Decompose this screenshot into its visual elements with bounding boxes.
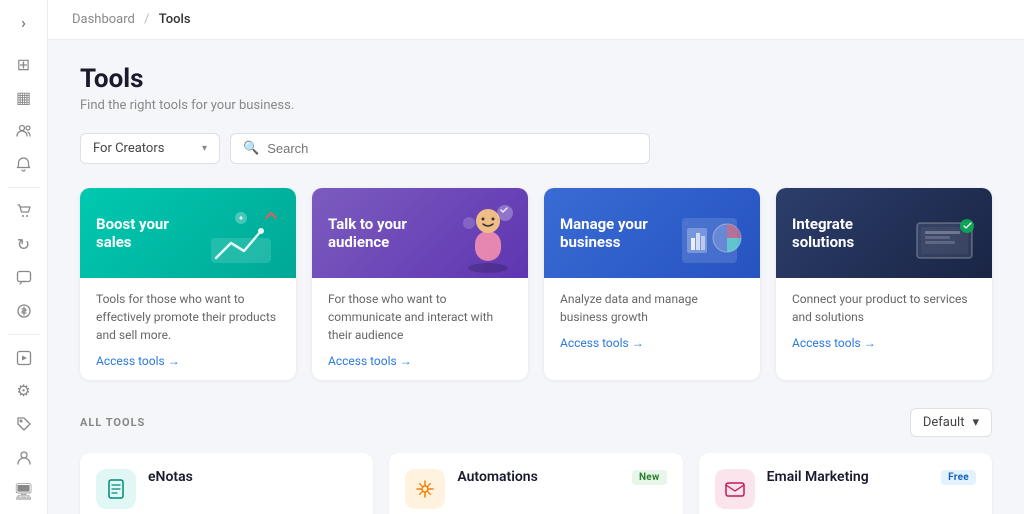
breadcrumb-current: Tools (159, 12, 191, 27)
breadcrumb: Dashboard / Tools (72, 12, 191, 27)
automations-name-row: Automations New (457, 469, 666, 485)
enotas-name: eNotas (148, 469, 193, 485)
sort-dropdown[interactable]: Default ▾ (910, 408, 992, 437)
category-card-talk: Talk to youraudience For those wh (312, 188, 528, 380)
tool-card-enotas: eNotas Issue invoices automatically for … (80, 453, 373, 514)
sidebar-icon-play[interactable] (8, 343, 40, 372)
chevron-down-icon: ▾ (202, 143, 207, 154)
category-card-boost: Boost yoursales Tools for those who want… (80, 188, 296, 380)
category-card-talk-body: For those who want to communicate and in… (312, 278, 528, 380)
all-tools-label: ALL TOOLS (80, 416, 145, 429)
category-boost-desc: Tools for those who want to effectively … (96, 290, 280, 344)
sidebar-icon-bell[interactable] (8, 150, 40, 179)
topnav: Dashboard / Tools (48, 0, 1024, 40)
sort-label: Default (923, 415, 965, 430)
email-marketing-info: Email Marketing Free (767, 469, 976, 489)
access-link-manage[interactable]: Access tools → (560, 336, 744, 350)
automations-name: Automations (457, 469, 538, 485)
automations-icon (405, 469, 445, 509)
sidebar-icon-cart[interactable] (8, 196, 40, 225)
breadcrumb-parent[interactable]: Dashboard (72, 12, 135, 27)
sidebar-icon-grid[interactable]: ▦ (8, 83, 40, 112)
sidebar-icon-tag[interactable] (8, 410, 40, 439)
sidebar-icon-people[interactable] (8, 116, 40, 145)
page-subtitle: Find the right tools for your business. (80, 98, 992, 113)
category-filter-label: For Creators (93, 141, 164, 156)
chevron-right-icon: › (21, 13, 26, 32)
email-marketing-name: Email Marketing (767, 469, 869, 485)
sidebar-icon-user-group[interactable] (8, 443, 40, 472)
filters-row: For Creators ▾ 🔍 (80, 133, 992, 164)
search-input[interactable] (267, 141, 637, 156)
category-card-talk-header: Talk to youraudience (312, 188, 528, 278)
sidebar-icon-refresh[interactable]: ↻ (8, 230, 40, 259)
sidebar-divider (8, 187, 40, 188)
email-marketing-icon (715, 469, 755, 509)
sidebar-icon-chat[interactable] (8, 263, 40, 292)
tools-grid: eNotas Issue invoices automatically for … (80, 453, 992, 514)
category-card-boost-header: Boost yoursales (80, 188, 296, 278)
sidebar-icon-monitor[interactable]: 🖥 (8, 477, 40, 506)
tool-card-email-marketing: Email Marketing Free Send bulk emails to… (699, 453, 992, 514)
enotas-name-row: eNotas (148, 469, 357, 485)
category-card-integrate: Integratesolutions Connect your product … (776, 188, 992, 380)
tool-card-email-header: Email Marketing Free (715, 469, 976, 509)
search-icon: 🔍 (243, 141, 259, 156)
category-integrate-title: Integratesolutions (792, 215, 854, 251)
category-grid: Boost yoursales Tools for those who want… (80, 188, 992, 380)
category-card-manage-body: Analyze data and manage business growth … (544, 278, 760, 362)
email-marketing-badge: Free (941, 470, 976, 485)
category-card-boost-body: Tools for those who want to effectively … (80, 278, 296, 380)
main-content: Dashboard / Tools Tools Find the right t… (48, 0, 1024, 514)
tool-card-automations: Automations New Organize and automate di… (389, 453, 682, 514)
enotas-icon (96, 469, 136, 509)
enotas-info: eNotas (148, 469, 357, 489)
access-link-integrate[interactable]: Access tools → (792, 336, 976, 350)
search-box: 🔍 (230, 133, 650, 164)
sidebar-icon-gear[interactable]: ⚙ (8, 376, 40, 405)
tool-card-enotas-header: eNotas (96, 469, 357, 509)
category-card-manage-header: Manage yourbusiness (544, 188, 760, 278)
sidebar: › ⊞ ▦ ↻ (0, 0, 48, 514)
category-boost-title: Boost yoursales (96, 215, 169, 251)
all-tools-section-header: ALL TOOLS Default ▾ (80, 408, 992, 437)
category-manage-desc: Analyze data and manage business growth (560, 290, 744, 326)
automations-info: Automations New (457, 469, 666, 489)
sidebar-icon-dollar[interactable] (8, 296, 40, 325)
page-title: Tools (80, 64, 992, 94)
category-filter[interactable]: For Creators ▾ (80, 133, 220, 164)
sort-chevron-icon: ▾ (972, 415, 979, 430)
breadcrumb-separator: / (144, 12, 149, 27)
content-area: Tools Find the right tools for your busi… (48, 40, 1024, 514)
category-integrate-desc: Connect your product to services and sol… (792, 290, 976, 326)
category-talk-title: Talk to youraudience (328, 215, 407, 251)
category-talk-desc: For those who want to communicate and in… (328, 290, 512, 344)
category-manage-title: Manage yourbusiness (560, 215, 648, 251)
tool-card-automations-header: Automations New (405, 469, 666, 509)
sidebar-divider-2 (8, 334, 40, 335)
automations-badge: New (632, 470, 667, 485)
access-link-talk[interactable]: Access tools → (328, 354, 512, 368)
sidebar-icon-home[interactable]: ⊞ (8, 49, 40, 78)
access-link-boost[interactable]: Access tools → (96, 354, 280, 368)
category-card-integrate-body: Connect your product to services and sol… (776, 278, 992, 362)
sidebar-toggle[interactable]: › (8, 8, 40, 37)
email-marketing-name-row: Email Marketing Free (767, 469, 976, 485)
category-card-integrate-header: Integratesolutions (776, 188, 992, 278)
category-card-manage: Manage yourbusiness Analyze data and man… (544, 188, 760, 380)
